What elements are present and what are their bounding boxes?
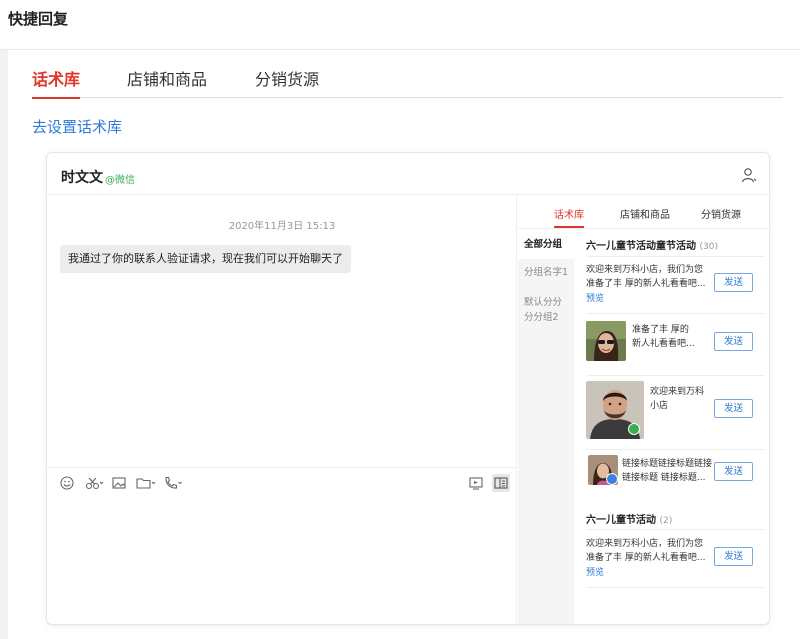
- phone-icon[interactable]: [162, 475, 184, 491]
- section-title: 六一儿童节活动童节活动 (30): [586, 237, 718, 252]
- script-list: 六一儿童节活动童节活动 (30) 欢迎来到万科小店，我们为您 准备了丰 厚的新人…: [574, 229, 769, 624]
- script-item: 准备了丰 厚的 新人礼看看吧... 发送: [586, 317, 764, 369]
- user-profile-icon[interactable]: [741, 167, 757, 183]
- tab-shop-products[interactable]: 店铺和商品: [127, 66, 207, 98]
- page-title: 快捷回复: [8, 10, 69, 28]
- side-tab-script-library[interactable]: 话术库: [554, 206, 584, 228]
- side-tabs: 话术库 店铺和商品 分销货源: [518, 195, 769, 229]
- message-bubble: 我通过了你的联系人验证请求，现在我们可以开始聊天了: [60, 245, 351, 273]
- emoji-icon[interactable]: [59, 475, 75, 491]
- image-icon[interactable]: [111, 475, 127, 491]
- divider: [586, 449, 764, 450]
- section-title-text: 六一儿童节活动: [586, 515, 656, 526]
- section-count: (2): [659, 516, 673, 526]
- tab-script-library[interactable]: 话术库: [32, 66, 81, 99]
- section-title-text: 六一儿童节活动童节活动: [586, 241, 696, 252]
- panel-toggle-icon[interactable]: [492, 474, 510, 492]
- divider: [586, 587, 764, 588]
- link-badge-icon: [606, 473, 618, 485]
- top-tabs: 话术库 店铺和商品 分销货源: [32, 62, 783, 99]
- send-button[interactable]: 发送: [714, 547, 753, 566]
- section-count: (30): [699, 242, 718, 252]
- script-item-text: 欢迎来到万科小店，我们为您 准备了丰 厚的新人礼看看吧...: [586, 537, 705, 565]
- script-item-text: 欢迎来到万科小店，我们为您 准备了丰 厚的新人礼看看吧...: [586, 263, 705, 291]
- script-item-text-line: 准备了丰 厚的新人礼看看吧...: [586, 279, 706, 289]
- page-header: 快捷回复: [0, 0, 800, 50]
- preview-link[interactable]: 预览: [586, 565, 604, 578]
- script-item-text-line: 欢迎来到万科: [650, 387, 705, 397]
- side-tab-shop-products[interactable]: 店铺和商品: [620, 206, 670, 221]
- preview-link[interactable]: 预览: [586, 291, 604, 304]
- section-title: 六一儿童节活动 (2): [586, 511, 672, 526]
- send-button[interactable]: 发送: [714, 273, 753, 292]
- video-thumbnail: [586, 381, 644, 439]
- quick-reply-panel: 话术库 店铺和商品 分销货源 全部分组 分组名字1 默认分分分分组2 六一儿童节…: [518, 195, 769, 624]
- script-item-text-line: 欢迎来到万科小店，我们为您: [586, 539, 704, 549]
- script-item-text-line: 链接标题 链接标题...: [622, 473, 706, 483]
- chat-conversation: 2020年11月3日 15:13 我通过了你的联系人验证请求，现在我们可以开始聊…: [47, 195, 517, 624]
- script-item: 欢迎来到万科 小店 发送: [586, 379, 764, 443]
- script-item-text-line: 链接标题链接标题链接: [622, 459, 713, 469]
- divider: [586, 375, 764, 376]
- link-badge-icon: [628, 423, 640, 435]
- script-item: 欢迎来到万科小店，我们为您 准备了丰 厚的新人礼看看吧... 预览 发送: [586, 259, 764, 309]
- script-item: 链接标题链接标题链接 链接标题 链接标题... 发送: [586, 453, 764, 495]
- tab-distribution-source[interactable]: 分销货源: [255, 66, 319, 98]
- chat-header: 时文文 @微信: [47, 153, 769, 195]
- send-button[interactable]: 发送: [714, 462, 753, 481]
- script-item-text-line: 新人礼看看吧...: [632, 339, 695, 349]
- divider: [586, 313, 764, 314]
- group-item-2[interactable]: 默认分分分分组2: [518, 295, 568, 325]
- script-item-text-line: 小店: [650, 401, 669, 411]
- chat-toolbar: [47, 467, 517, 497]
- group-list: 全部分组 分组名字1 默认分分分分组2: [518, 229, 574, 624]
- send-button[interactable]: 发送: [714, 332, 753, 351]
- scissors-icon[interactable]: [85, 475, 105, 491]
- contact-name: 时文文: [61, 170, 103, 186]
- folder-icon[interactable]: [135, 475, 157, 491]
- group-item-1[interactable]: 分组名字1: [518, 265, 574, 280]
- link-thumbnail: [588, 455, 618, 485]
- message-timestamp: 2020年11月3日 15:13: [228, 221, 336, 232]
- main-panel: 话术库 店铺和商品 分销货源 去设置话术库 时文文 @微信 2020年11月3日…: [8, 50, 800, 639]
- avatar-image: [586, 321, 626, 361]
- send-button[interactable]: 发送: [714, 399, 753, 418]
- chat-window: 时文文 @微信 2020年11月3日 15:13 我通过了你的联系人验证请求，现…: [46, 152, 770, 625]
- script-item-text-line: 准备了丰 厚的新人礼看看吧...: [586, 553, 706, 563]
- screen-icon[interactable]: [468, 475, 484, 491]
- divider: [586, 256, 764, 257]
- divider: [586, 529, 764, 530]
- side-tab-distribution-source[interactable]: 分销货源: [701, 206, 741, 221]
- setup-script-library-link[interactable]: 去设置话术库: [32, 116, 122, 137]
- script-item: 欢迎来到万科小店，我们为您 准备了丰 厚的新人礼看看吧... 预览 发送: [586, 533, 764, 583]
- contact-source-badge: @微信: [105, 175, 135, 186]
- group-item-all[interactable]: 全部分组: [518, 229, 574, 259]
- script-item-text: 链接标题链接标题链接 链接标题 链接标题...: [622, 457, 712, 485]
- script-item-text-line: 欢迎来到万科小店，我们为您: [586, 265, 704, 275]
- script-item-text-line: 准备了丰 厚的: [632, 325, 689, 335]
- script-item-text: 准备了丰 厚的 新人礼看看吧...: [632, 323, 695, 351]
- script-item-text: 欢迎来到万科 小店: [650, 385, 704, 413]
